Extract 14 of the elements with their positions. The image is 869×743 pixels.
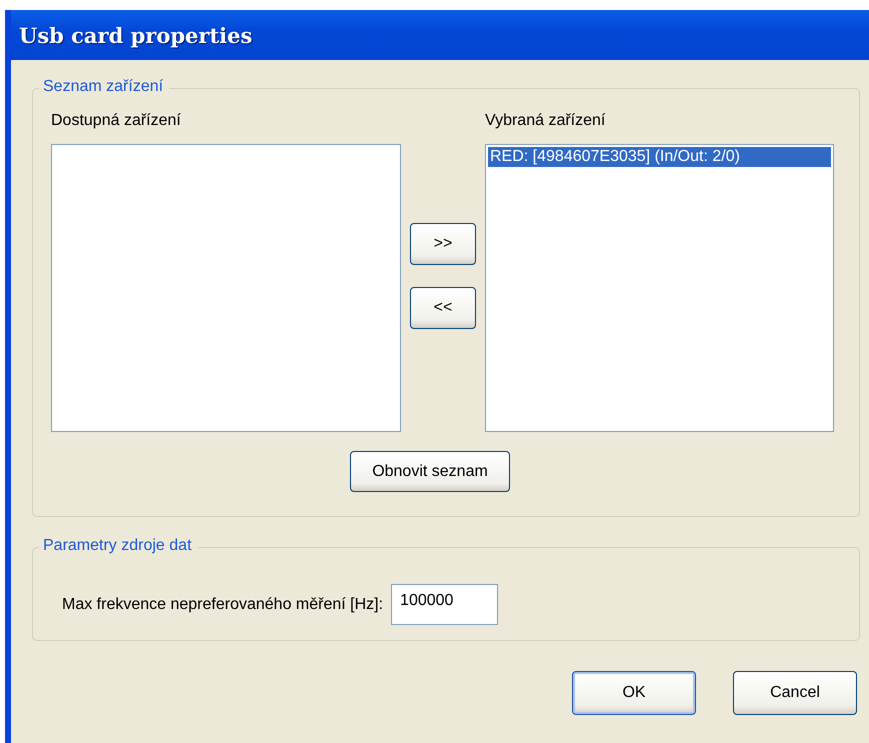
- group-legend: Parametry zdroje dat: [39, 537, 198, 555]
- window-title: Usb card properties: [19, 22, 252, 48]
- frequency-field[interactable]: 100000: [391, 584, 498, 625]
- cancel-button[interactable]: Cancel: [733, 671, 857, 715]
- list-item[interactable]: RED: [4984607E3035] (In/Out: 2/0): [488, 147, 831, 167]
- refresh-button[interactable]: Obnovit seznam: [350, 451, 510, 492]
- list-label: Dostupná zařízení: [51, 112, 182, 130]
- move-button[interactable]: <<: [410, 287, 476, 329]
- list-label: Vybraná zařízení: [485, 112, 606, 130]
- device-list[interactable]: [51, 144, 401, 432]
- move-button[interactable]: >>: [410, 223, 476, 265]
- ok-button[interactable]: OK: [572, 671, 696, 715]
- field-label: Max frekvence nepreferovaného měření [Hz]:: [62, 596, 384, 614]
- device-list[interactable]: RED: [4984607E3035] (In/Out: 2/0): [485, 144, 834, 432]
